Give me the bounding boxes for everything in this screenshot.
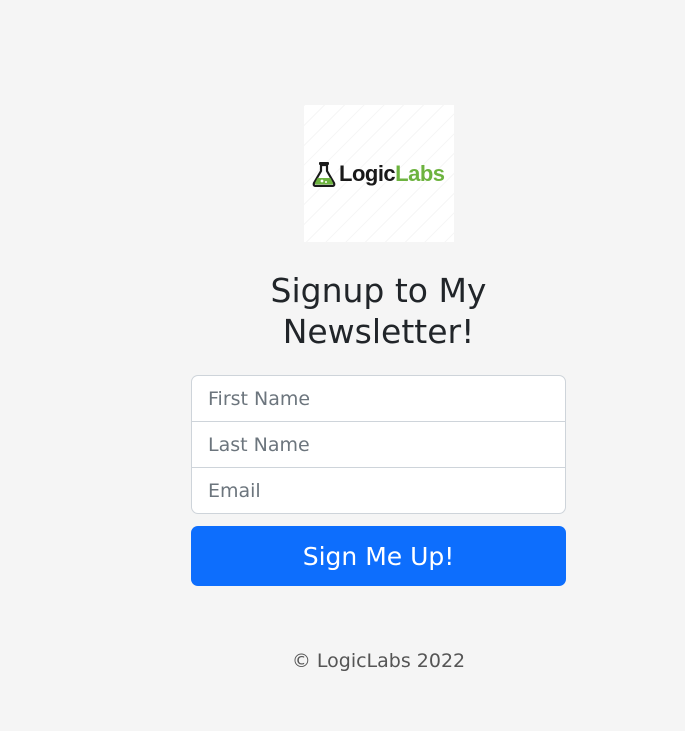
sign-up-button[interactable]: Sign Me Up!	[191, 526, 566, 586]
copyright-text: © LogicLabs 2022	[291, 650, 466, 672]
logo: LogicLabs	[304, 105, 454, 242]
logo-mark: LogicLabs	[311, 161, 445, 187]
page-title: Signup to My Newsletter!	[270, 271, 487, 351]
last-name-field[interactable]	[191, 421, 566, 468]
logo-wordmark-labs: Labs	[395, 161, 445, 186]
email-field[interactable]	[191, 467, 566, 514]
signup-page: LogicLabs Signup to My Newsletter! Sign …	[0, 0, 685, 731]
flask-icon	[312, 162, 336, 187]
first-name-field[interactable]	[191, 375, 566, 422]
logo-wordmark-logic: Logic	[339, 161, 396, 186]
signup-form: Sign Me Up!	[191, 375, 566, 586]
logo-wordmark: LogicLabs	[339, 163, 445, 185]
